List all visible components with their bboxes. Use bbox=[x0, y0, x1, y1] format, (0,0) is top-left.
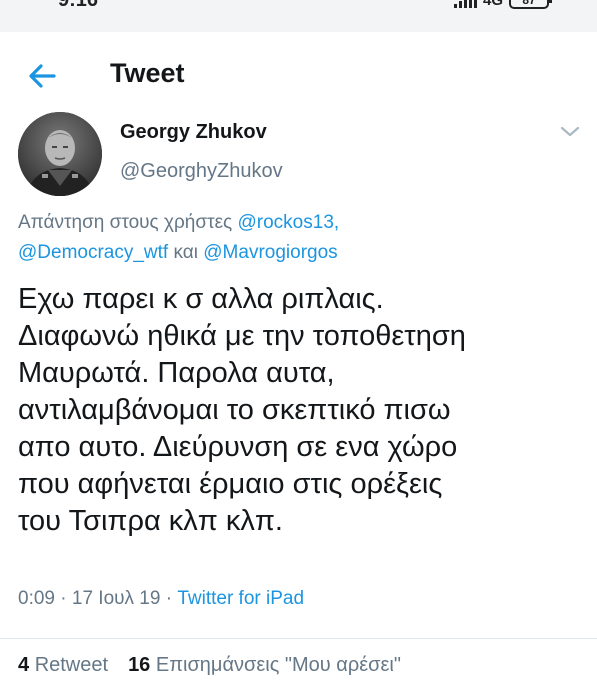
retweets-count: 4 bbox=[18, 654, 30, 676]
retweets-label: Retweet bbox=[34, 654, 109, 676]
chevron-down-icon bbox=[560, 126, 580, 137]
reply-context: Απάντηση στους χρήστες @rockos13, @Democ… bbox=[18, 208, 578, 268]
mention-link-mavrogiorgos[interactable]: @Mavrogiorgos bbox=[203, 242, 337, 263]
mention-link-democracy-wtf[interactable]: @Democracy_wtf bbox=[18, 242, 168, 263]
tweet-text-line: που αφήνεται έρμαιο στις ορέξεις bbox=[18, 468, 443, 500]
author-handle[interactable]: @GeorghyZhukov bbox=[120, 160, 283, 183]
reply-conjunction: και bbox=[173, 242, 198, 263]
battery-level: 87 bbox=[522, 0, 536, 7]
profile-photo bbox=[18, 112, 102, 196]
status-bar: 9:16 4G 87 bbox=[0, 0, 597, 32]
likes-label: Επισημάνσεις "Μου αρέσει" bbox=[155, 654, 401, 676]
tweet-text-line: Διαφωνώ ηθικά με την τοποθετηση bbox=[18, 320, 466, 352]
tweet-text-line: Εχω παρει κ σ αλλα ριπλαις. bbox=[18, 283, 384, 315]
reply-prefix: Απάντηση στους χρήστες bbox=[18, 212, 233, 233]
retweets-stat[interactable]: 4 Retweet bbox=[18, 654, 108, 676]
page-title: Tweet bbox=[110, 58, 185, 88]
back-button[interactable] bbox=[24, 58, 60, 94]
tweet-text-line: αντιλαμβάνομαι το σκεπτικό πισω bbox=[18, 394, 451, 426]
tweet-meta: 0:09 · 17 Ιουλ 19 · Twitter for iPad bbox=[18, 588, 304, 610]
signal-strength-icon bbox=[453, 0, 477, 8]
status-indicators: 4G 87 bbox=[453, 0, 552, 9]
meta-separator: · bbox=[60, 588, 67, 609]
tweet-stats: 4 Retweet 16 Επισημάνσεις "Μου αρέσει" bbox=[18, 654, 401, 677]
author-name[interactable]: Georgy Zhukov bbox=[120, 121, 267, 144]
tweet-menu-button[interactable] bbox=[558, 122, 582, 142]
likes-count: 16 bbox=[128, 654, 151, 676]
network-type: 4G bbox=[482, 0, 503, 9]
likes-stat[interactable]: 16 Επισημάνσεις "Μου αρέσει" bbox=[128, 654, 401, 676]
status-time: 9:16 bbox=[58, 0, 99, 11]
meta-separator: · bbox=[165, 588, 173, 609]
tweet-date: 17 Ιουλ 19 bbox=[71, 588, 161, 609]
tweet-text-line: απο αυτο. Διεύρυνση σε ενα χώρο bbox=[18, 431, 458, 463]
divider bbox=[0, 638, 597, 639]
app-header: Tweet bbox=[0, 32, 597, 120]
tweet-text-line: του Τσιπρα κλπ κλπ. bbox=[18, 505, 283, 537]
mention-link-rockos13[interactable]: @rockos13, bbox=[238, 212, 340, 233]
avatar[interactable] bbox=[18, 112, 102, 196]
tweet-source-link[interactable]: Twitter for iPad bbox=[177, 588, 304, 609]
battery-icon: 87 bbox=[509, 0, 552, 9]
tweet-text-line: Μαυρωτά. Παρολα αυτα, bbox=[18, 357, 335, 389]
tweet-text: Εχω παρει κ σ αλλα ριπλαις. Διαφωνώ ηθικ… bbox=[18, 281, 588, 540]
arrow-left-icon bbox=[29, 64, 56, 88]
tweet-time: 0:09 bbox=[18, 588, 55, 609]
